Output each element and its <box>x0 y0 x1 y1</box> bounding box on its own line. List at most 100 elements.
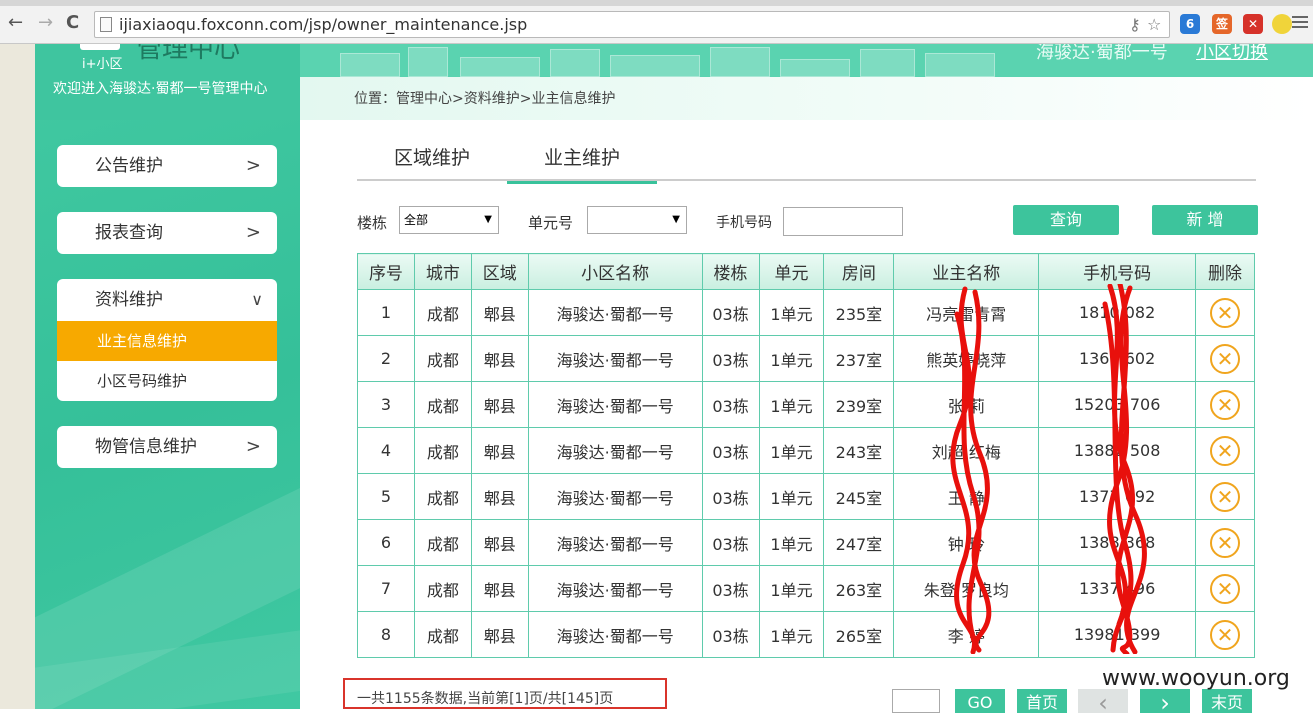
cell-phone: 1367 602 <box>1038 335 1197 382</box>
cell-community: 海骏达·蜀都一号 <box>527 335 703 382</box>
cell-city: 成都 <box>413 565 472 612</box>
extension-icon[interactable]: 6 <box>1180 14 1200 34</box>
column-header: 小区名称 <box>527 253 703 290</box>
page-number-input[interactable] <box>892 689 940 713</box>
star-icon[interactable]: ☆ <box>1147 15 1161 34</box>
delete-icon[interactable]: ✕ <box>1210 527 1240 558</box>
cell-no: 5 <box>357 473 415 520</box>
tab-area-maintenance[interactable]: 区域维护 <box>357 143 507 181</box>
cell-owner: 王 静 <box>893 473 1040 520</box>
column-header: 删除 <box>1195 253 1255 290</box>
cell-unit: 1单元 <box>758 427 825 474</box>
table-row: 6 成都 郫县 海骏达·蜀都一号 03栋 1单元 247室钟 玲 1388 368 ✕ <box>357 519 1255 566</box>
query-button[interactable]: 查询 <box>1013 205 1119 235</box>
cell-owner: 冯亮雷青霄 <box>893 289 1040 336</box>
sidebar: 管理中心 i+小区 欢迎进入海骏达·蜀都一号管理中心 公告维护 > 报表查询 >… <box>35 44 300 709</box>
extension-icon[interactable]: ✕ <box>1243 14 1263 34</box>
logo-subtitle: i+小区 <box>82 57 123 72</box>
cell-delete: ✕ <box>1195 335 1255 382</box>
cell-phone: 1388 368 <box>1038 519 1197 566</box>
cell-no: 1 <box>357 289 415 336</box>
delete-icon[interactable]: ✕ <box>1210 435 1240 466</box>
tab-owner-maintenance[interactable]: 业主维护 <box>507 143 657 184</box>
sidebar-item-property-info[interactable]: 物管信息维护 > <box>57 426 277 468</box>
cell-no: 2 <box>357 335 415 382</box>
sidebar-item-reports[interactable]: 报表查询 > <box>57 212 277 254</box>
cell-area: 郫县 <box>470 611 529 658</box>
last-page-button[interactable]: 末页 <box>1202 689 1252 713</box>
browser-menu-icon[interactable] <box>1292 16 1308 30</box>
building-graphic <box>610 55 700 77</box>
cell-area: 郫县 <box>470 289 529 336</box>
delete-icon[interactable]: ✕ <box>1210 297 1240 328</box>
cell-building: 03栋 <box>701 289 760 336</box>
next-page-button[interactable]: › <box>1140 689 1190 713</box>
cell-community: 海骏达·蜀都一号 <box>527 519 703 566</box>
table-row: 4 成都 郫县 海骏达·蜀都一号 03栋 1单元 243室 刘超 红梅 13882 508 ✕ <box>357 427 1255 474</box>
chevron-right-icon: > <box>245 222 261 243</box>
cell-no: 3 <box>357 381 415 428</box>
first-page-button[interactable]: 首页 <box>1017 689 1067 713</box>
extension-icon[interactable] <box>1272 14 1292 34</box>
key-icon[interactable]: ⚷ <box>1129 15 1141 34</box>
back-icon[interactable]: ← <box>8 13 23 33</box>
sidebar-subitem-community-numbers[interactable]: 小区号码维护 <box>57 361 277 401</box>
url-text[interactable]: ijiaxiaoqu.foxconn.com/jsp/owner_mainten… <box>119 15 527 34</box>
cell-city: 成都 <box>413 289 472 336</box>
sidebar-item-announcements[interactable]: 公告维护 > <box>57 145 277 187</box>
cell-room: 245室 <box>823 473 895 520</box>
cell-room: 243室 <box>823 427 895 474</box>
cell-delete: ✕ <box>1195 519 1255 566</box>
forward-icon[interactable]: → <box>38 13 53 33</box>
delete-icon[interactable]: ✕ <box>1210 619 1240 650</box>
cell-room: 239室 <box>823 381 895 428</box>
cell-city: 成都 <box>413 335 472 382</box>
table-row: 3 成都 郫县 海骏达·蜀都一号 03栋 1单元 239室张 莉 15203 706 ✕ <box>357 381 1255 428</box>
cell-owner: 刘超 红梅 <box>893 427 1040 474</box>
cell-no: 6 <box>357 519 415 566</box>
go-button[interactable]: GO <box>955 689 1005 713</box>
phone-input[interactable] <box>783 207 903 236</box>
sidebar-item-data-maintenance[interactable]: 资料维护 ∨ <box>57 279 277 321</box>
cell-building: 03栋 <box>701 565 760 612</box>
chevron-right-icon: > <box>245 436 261 457</box>
unit-select[interactable]: ▼ <box>587 206 687 234</box>
cell-delete: ✕ <box>1195 565 1255 612</box>
cell-owner: 李 婷 <box>893 611 1040 658</box>
logo-text: 管理中心 <box>136 44 241 64</box>
cell-phone: 13981 399 <box>1038 611 1197 658</box>
reload-icon[interactable]: C <box>66 13 79 33</box>
extension-icon[interactable]: 签 <box>1212 14 1232 34</box>
browser-toolbar: ← → C ijiaxiaoqu.foxconn.com/jsp/owner_m… <box>0 0 1313 44</box>
cell-delete: ✕ <box>1195 473 1255 520</box>
cell-area: 郫县 <box>470 519 529 566</box>
column-header: 楼栋 <box>701 253 760 290</box>
address-bar[interactable]: ijiaxiaoqu.foxconn.com/jsp/owner_mainten… <box>94 11 1170 38</box>
column-header: 单元 <box>758 253 825 290</box>
cell-area: 郫县 <box>470 427 529 474</box>
cell-building: 03栋 <box>701 335 760 382</box>
delete-icon[interactable]: ✕ <box>1210 389 1240 420</box>
sidebar-subitem-owner-info[interactable]: 业主信息维护 <box>57 321 277 361</box>
cell-community: 海骏达·蜀都一号 <box>527 427 703 474</box>
cell-unit: 1单元 <box>758 335 825 382</box>
column-header: 房间 <box>823 253 895 290</box>
cell-unit: 1单元 <box>758 611 825 658</box>
building-select[interactable]: 全部 ▼ <box>399 206 499 234</box>
sidebar-header: 管理中心 i+小区 欢迎进入海骏达·蜀都一号管理中心 <box>35 44 300 120</box>
table-row: 7 成都 郫县 海骏达·蜀都一号 03栋 1单元 263室 朱登 罗良均 1337 496 ✕ <box>357 565 1255 612</box>
delete-icon[interactable]: ✕ <box>1210 343 1240 374</box>
delete-icon[interactable]: ✕ <box>1210 481 1240 512</box>
breadcrumb-bar: 位置：管理中心>资料维护>业主信息维护 <box>300 77 1313 120</box>
cell-no: 8 <box>357 611 415 658</box>
add-button[interactable]: 新 增 <box>1152 205 1258 235</box>
column-header: 业主名称 <box>893 253 1040 290</box>
switch-community-link[interactable]: 小区切换 <box>1196 44 1268 64</box>
table-row: 5 成都 郫县 海骏达·蜀都一号 03栋 1单元 245室王 静 1377 692 ✕ <box>357 473 1255 520</box>
prev-page-button[interactable]: ‹ <box>1078 689 1128 713</box>
delete-icon[interactable]: ✕ <box>1210 573 1240 604</box>
cell-phone: 1810 082 <box>1038 289 1197 336</box>
cell-room: 235室 <box>823 289 895 336</box>
cell-phone: 15203 706 <box>1038 381 1197 428</box>
phone-label: 手机号码 <box>716 215 772 231</box>
